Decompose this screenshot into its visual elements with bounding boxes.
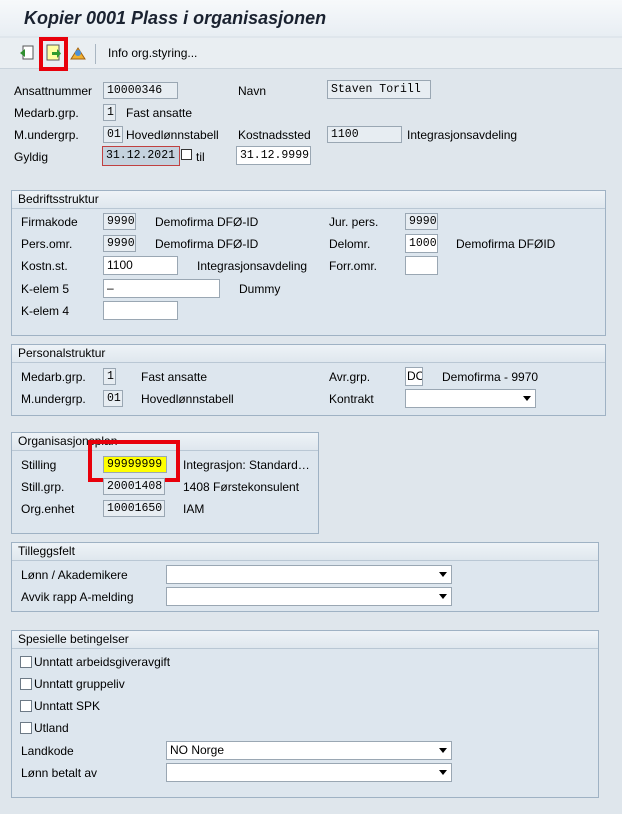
ansattnummer-label: Ansattnummer	[14, 84, 93, 98]
medarb-grp-text: Fast ansatte	[126, 106, 193, 120]
kostnadssted-field[interactable]: 1100	[327, 126, 402, 143]
personal-m-undergrp-text: Hovedlønnstabell	[141, 392, 234, 406]
utland-label: Utland	[34, 721, 69, 735]
k-elem-4-label: K-elem 4	[21, 304, 70, 318]
navn-field[interactable]: Staven Torill	[327, 80, 431, 99]
still-grp-field[interactable]: 20001408	[103, 478, 165, 495]
lonn-akademikere-dropdown[interactable]	[166, 565, 452, 584]
k-elem-5-text: Dummy	[239, 282, 281, 296]
chevron-down-icon	[439, 594, 447, 599]
kostn-st-field[interactable]: 1100	[103, 256, 178, 275]
gyldig-to-field[interactable]: 31.12.9999	[236, 146, 311, 165]
m-undergrp-label: M.undergrp.	[14, 128, 79, 142]
back-doc-icon[interactable]	[18, 44, 36, 62]
landkode-label: Landkode	[21, 744, 74, 758]
bedriftsstruktur-title: Bedriftsstruktur	[18, 192, 99, 206]
landkode-dropdown[interactable]: NO Norge	[166, 741, 452, 760]
jur-pers-label: Jur. pers.	[329, 215, 379, 229]
lonn-betalt-av-label: Lønn betalt av	[21, 766, 98, 780]
navn-label: Navn	[238, 84, 267, 98]
personalstruktur-title: Personalstruktur	[18, 346, 106, 360]
medarb-grp-field[interactable]: 1	[103, 104, 116, 121]
application-toolbar	[0, 38, 622, 69]
spesielle-betingelser-title: Spesielle betingelser	[18, 632, 129, 646]
jur-pers-field[interactable]: 9990	[405, 213, 438, 230]
til-label: til	[196, 150, 205, 164]
still-grp-label: Still.grp.	[21, 480, 65, 494]
avr-grp-text: Demofirma - 9970	[442, 370, 539, 384]
personal-m-undergrp-field[interactable]: 01	[103, 390, 123, 407]
pers-omr-text: Demofirma DFØ-ID	[155, 237, 259, 251]
firmakode-text: Demofirma DFØ-ID	[155, 215, 259, 229]
avvik-rapp-dropdown[interactable]	[166, 587, 452, 606]
personal-medarb-grp-label: Medarb.grp.	[21, 370, 86, 384]
bedriftsstruktur-group: Bedriftsstruktur	[11, 190, 606, 336]
gyldig-from-field[interactable]: 31.12.2021	[102, 146, 180, 166]
calendar-icon[interactable]	[181, 149, 192, 160]
personal-medarb-grp-field[interactable]: 1	[103, 368, 116, 385]
kostn-st-text: Integrasjonsavdeling	[197, 259, 308, 273]
copy-doc-icon[interactable]	[45, 44, 63, 62]
avr-grp-label: Avr.grp.	[329, 370, 371, 384]
org-structure-icon[interactable]	[69, 44, 87, 62]
kontrakt-dropdown[interactable]	[405, 389, 536, 408]
info-org-styring-button[interactable]: Info org.styring...	[108, 46, 197, 60]
org-enhet-field[interactable]: 10001650	[103, 500, 165, 517]
chevron-down-icon	[439, 572, 447, 577]
forr-omr-field[interactable]	[405, 256, 438, 275]
pers-omr-label: Pers.omr.	[21, 237, 73, 251]
k-elem-4-field[interactable]	[103, 301, 178, 320]
personal-medarb-grp-text: Fast ansatte	[141, 370, 208, 384]
firmakode-label: Firmakode	[21, 215, 78, 229]
unntatt-arbeidsgiveravgift-label: Unntatt arbeidsgiveravgift	[34, 655, 171, 669]
avr-grp-field[interactable]: DO	[405, 367, 423, 386]
stilling-text: Integrasjon: Standard…	[183, 458, 310, 472]
lonn-betalt-av-dropdown[interactable]	[166, 763, 452, 782]
lonn-akademikere-label: Lønn / Akademikere	[21, 568, 128, 582]
still-grp-text: 1408 Førstekonsulent	[183, 480, 300, 494]
page-title: Kopier 0001 Plass i organisasjonen	[24, 8, 327, 28]
toolbar-separator	[95, 44, 96, 64]
firmakode-field[interactable]: 9990	[103, 213, 136, 230]
medarb-grp-label: Medarb.grp.	[14, 106, 79, 120]
delomr-text: Demofirma DFØID	[456, 237, 556, 251]
org-enhet-text: IAM	[183, 502, 205, 516]
kostn-st-label: Kostn.st.	[21, 259, 68, 273]
org-enhet-label: Org.enhet	[21, 502, 75, 516]
delomr-field[interactable]: 1000	[405, 234, 438, 253]
delomr-label: Delomr.	[329, 237, 371, 251]
unntatt-gruppeliv-label: Unntatt gruppeliv	[34, 677, 125, 691]
chevron-down-icon	[439, 770, 447, 775]
utland-checkbox[interactable]	[20, 722, 32, 734]
m-undergrp-field[interactable]: 01	[103, 126, 123, 143]
kostnadssted-label: Kostnadssted	[238, 128, 311, 142]
gyldig-label: Gyldig	[14, 150, 49, 164]
unntatt-gruppeliv-checkbox[interactable]	[20, 678, 32, 690]
landkode-value: NO Norge	[170, 743, 225, 757]
stilling-highlight	[88, 440, 180, 482]
pers-omr-field[interactable]: 9990	[103, 235, 136, 252]
k-elem-5-field[interactable]: –	[103, 279, 220, 298]
unntatt-arbeidsgiveravgift-checkbox[interactable]	[20, 656, 32, 668]
chevron-down-icon	[439, 748, 447, 753]
unntatt-spk-label: Unntatt SPK	[34, 699, 101, 713]
forr-omr-label: Forr.omr.	[329, 259, 378, 273]
personal-m-undergrp-label: M.undergrp.	[21, 392, 86, 406]
chevron-down-icon	[523, 396, 531, 401]
kostnadssted-text: Integrasjonsavdeling	[407, 128, 518, 142]
m-undergrp-text: Hovedlønnstabell	[126, 128, 219, 142]
unntatt-spk-checkbox[interactable]	[20, 700, 32, 712]
stilling-label: Stilling	[21, 458, 57, 472]
k-elem-5-label: K-elem 5	[21, 282, 70, 296]
ansattnummer-field[interactable]: 10000346	[103, 82, 178, 99]
avvik-rapp-label: Avvik rapp A-melding	[21, 590, 134, 604]
tilleggsfelt-title: Tilleggsfelt	[18, 544, 75, 558]
kontrakt-label: Kontrakt	[329, 392, 374, 406]
